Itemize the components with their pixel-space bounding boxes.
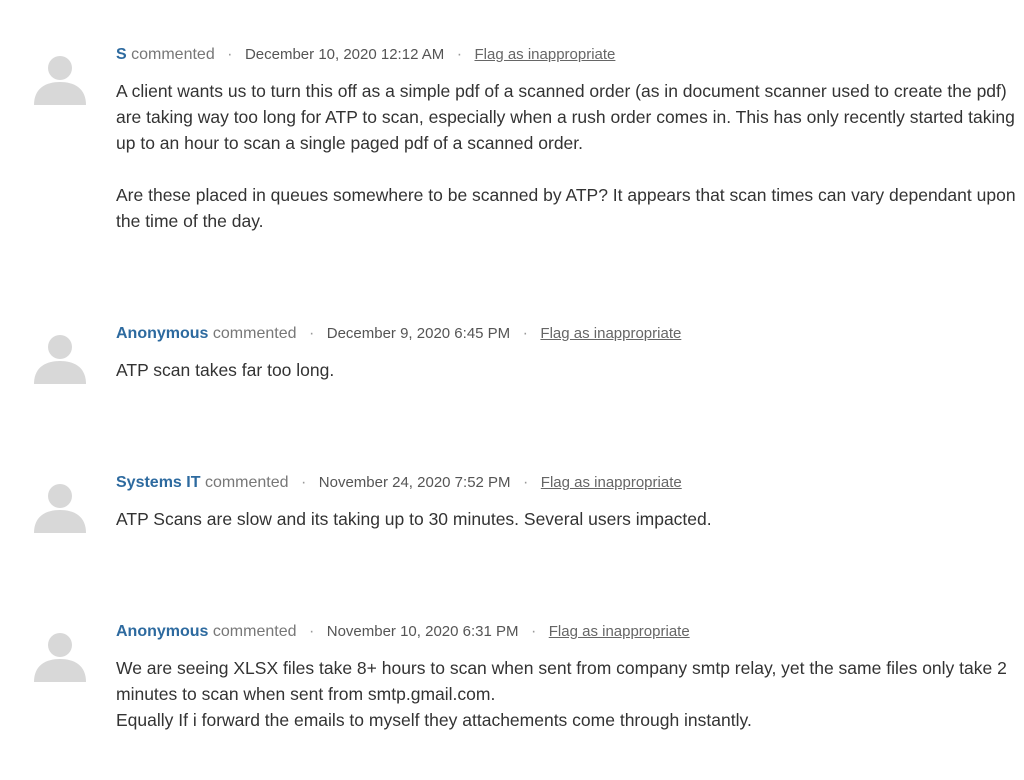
comment-body: ATP Scans are slow and its taking up to … [116,506,1016,532]
comment-paragraph: Are these placed in queues somewhere to … [116,185,1016,231]
comment-date: November 10, 2020 6:31 PM [326,623,519,640]
separator: · [522,325,528,342]
comment-paragraph: ATP scan takes far too long. [116,360,335,380]
user-avatar-icon [30,627,90,682]
user-avatar-icon [30,329,90,384]
separator: · [308,623,315,640]
comment-date: December 10, 2020 12:12 AM [244,46,445,63]
author-link[interactable]: S [116,46,127,63]
comment-meta: S commented · December 10, 2020 12:12 AM… [116,46,615,64]
commented-label: commented [212,623,297,640]
separator: · [300,474,307,491]
comment-meta: Anonymous commented · November 10, 2020 … [116,623,690,641]
comment-body: A client wants us to turn this off as a … [116,78,1016,234]
author-link[interactable]: Anonymous [116,623,208,640]
author-link[interactable]: Anonymous [116,325,208,342]
flag-inappropriate-link[interactable]: Flag as inappropriate [549,623,690,640]
comment-paragraph: A client wants us to turn this off as a … [116,81,1015,153]
commented-label: commented [204,474,289,491]
separator: · [308,325,315,342]
separator: · [227,46,233,63]
separator: · [456,46,463,63]
comment-body: We are seeing XLSX files take 8+ hours t… [116,655,1016,733]
commented-label: commented [212,325,297,342]
comment-meta: Systems IT commented · November 24, 2020… [116,474,682,492]
separator: · [530,623,537,640]
comment-meta: Anonymous commented · December 9, 2020 6… [116,325,681,343]
comment-paragraph: We are seeing XLSX files take 8+ hours t… [116,658,1007,704]
comment-body: ATP scan takes far too long. [116,357,1016,383]
commented-label: commented [131,46,215,63]
flag-inappropriate-link[interactable]: Flag as inappropriate [541,474,682,491]
comment-paragraph: ATP Scans are slow and its taking up to … [116,509,712,529]
comment-paragraph: Equally If i forward the emails to mysel… [116,710,752,730]
comment-date: December 9, 2020 6:45 PM [326,325,511,342]
flag-inappropriate-link[interactable]: Flag as inappropriate [540,325,681,342]
user-avatar-icon [30,50,90,105]
author-link[interactable]: Systems IT [116,474,200,491]
user-avatar-icon [30,478,90,533]
separator: · [523,474,529,491]
flag-inappropriate-link[interactable]: Flag as inappropriate [474,46,615,63]
comment-date: November 24, 2020 7:52 PM [318,474,511,491]
